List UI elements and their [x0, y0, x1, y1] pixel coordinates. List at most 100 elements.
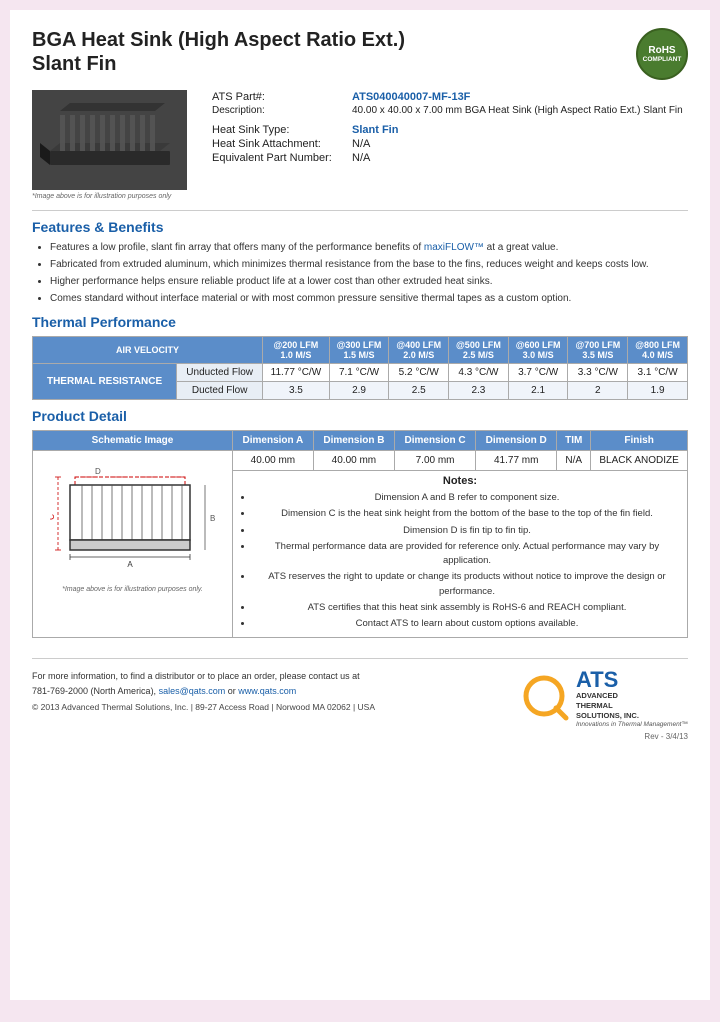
footer-contact: For more information, to find a distribu…: [32, 669, 375, 698]
unducted-700: 3.3 °C/W: [568, 364, 628, 382]
thermal-title: Thermal Performance: [32, 314, 688, 330]
website-link[interactable]: www.qats.com: [238, 686, 296, 696]
tim-value: N/A: [557, 451, 591, 471]
footer-contact-area: For more information, to find a distribu…: [32, 669, 375, 712]
footer-area: For more information, to find a distribu…: [32, 658, 688, 740]
rohs-text: RoHS: [648, 45, 675, 56]
detail-section: Product Detail Schematic Image Dimension…: [32, 408, 688, 638]
ats-logo: ATS ADVANCEDTHERMALSOLUTIONS, INC. Innov…: [522, 669, 688, 727]
list-item: Thermal performance data are provided fo…: [253, 540, 681, 569]
unducted-label: Unducted Flow: [177, 364, 263, 382]
product-image-caption: *Image above is for illustration purpose…: [32, 193, 192, 200]
notes-title: Notes:: [239, 475, 681, 487]
dim-b-value: 40.00 mm: [313, 451, 394, 471]
part-row: ATS Part#: ATS040040007-MF-13F: [208, 90, 688, 104]
divider-1: [32, 210, 688, 211]
unducted-600: 3.7 °C/W: [508, 364, 568, 382]
col-300lfm: @300 LFM1.5 M/S: [329, 337, 389, 364]
maxiflow-link: maxiFLOW™: [424, 242, 484, 253]
ducted-800: 1.9: [628, 382, 688, 400]
copyright: © 2013 Advanced Thermal Solutions, Inc. …: [32, 702, 375, 712]
col-tim: TIM: [557, 431, 591, 451]
col-700lfm: @700 LFM3.5 M/S: [568, 337, 628, 364]
list-item: Higher performance helps ensure reliable…: [50, 274, 688, 289]
list-item: Dimension D is fin tip to fin tip.: [253, 524, 681, 538]
ducted-400: 2.5: [389, 382, 449, 400]
svg-text:A: A: [127, 560, 133, 569]
col-dim-a: Dimension A: [233, 431, 314, 451]
contact-or: or: [228, 686, 239, 696]
svg-text:D: D: [95, 467, 101, 476]
specs-table: ATS Part#: ATS040040007-MF-13F Descripti…: [208, 90, 688, 165]
contact-line1: For more information, to find a distribu…: [32, 671, 360, 681]
col-200lfm: @200 LFM1.0 M/S: [263, 337, 330, 364]
attachment-row: Heat Sink Attachment: N/A: [208, 137, 688, 151]
detail-notes-cell: Notes: Dimension A and B refer to compon…: [233, 471, 688, 638]
type-value: Slant Fin: [348, 123, 688, 137]
list-item: ATS reserves the right to update or chan…: [253, 570, 681, 599]
unducted-400: 5.2 °C/W: [389, 364, 449, 382]
rohs-badge: RoHS COMPLIANT: [636, 28, 688, 80]
ducted-700: 2: [568, 382, 628, 400]
compliant-text: COMPLIANT: [643, 56, 682, 63]
part-number: ATS040040007-MF-13F: [348, 90, 688, 104]
ducted-600: 2.1: [508, 382, 568, 400]
col-dim-c: Dimension C: [394, 431, 475, 451]
col-dim-b: Dimension B: [313, 431, 394, 451]
features-list: Features a low profile, slant fin array …: [32, 240, 688, 306]
attachment-value: N/A: [348, 137, 688, 151]
unducted-500: 4.3 °C/W: [449, 364, 509, 382]
detail-image-caption: *Image above is for illustration purpose…: [41, 586, 224, 593]
type-row: Heat Sink Type: Slant Fin: [208, 123, 688, 137]
list-item: Dimension A and B refer to component siz…: [253, 491, 681, 505]
title-line2: Slant Fin: [32, 53, 116, 75]
equiv-row: Equivalent Part Number: N/A: [208, 151, 688, 165]
product-specs: ATS Part#: ATS040040007-MF-13F Descripti…: [208, 90, 688, 200]
thermal-resistance-label: THERMAL RESISTANCE: [33, 364, 177, 400]
part-label: ATS Part#:: [208, 90, 348, 104]
list-item: Contact ATS to learn about custom option…: [253, 617, 681, 631]
dim-d-value: 41.77 mm: [476, 451, 557, 471]
unducted-800: 3.1 °C/W: [628, 364, 688, 382]
product-detail-table: Schematic Image Dimension A Dimension B …: [32, 430, 688, 638]
ducted-label: Ducted Flow: [177, 382, 263, 400]
title-line1: BGA Heat Sink (High Aspect Ratio Ext.): [32, 29, 405, 51]
dim-c-value: 7.00 mm: [394, 451, 475, 471]
col-800lfm: @800 LFM4.0 M/S: [628, 337, 688, 364]
unducted-200: 11.77 °C/W: [263, 364, 330, 382]
product-info-area: *Image above is for illustration purpose…: [32, 90, 688, 200]
equiv-label: Equivalent Part Number:: [208, 151, 348, 165]
product-title: BGA Heat Sink (High Aspect Ratio Ext.) S…: [32, 28, 405, 76]
description-row: Description: 40.00 x 40.00 x 7.00 mm BGA…: [208, 104, 688, 117]
ducted-200: 3.5: [263, 382, 330, 400]
col-finish: Finish: [591, 431, 688, 451]
detail-heatsink-svg: A C B D: [50, 459, 215, 579]
unducted-row: THERMAL RESISTANCE Unducted Flow 11.77 °…: [33, 364, 688, 382]
air-velocity-header: AIR VELOCITY: [33, 337, 263, 364]
dim-a-value: 40.00 mm: [233, 451, 314, 471]
thermal-header-row: AIR VELOCITY @200 LFM1.0 M/S @300 LFM1.5…: [33, 337, 688, 364]
features-section: Features & Benefits Features a low profi…: [32, 219, 688, 306]
svg-text:B: B: [210, 514, 215, 523]
ats-logo-area: ATS ADVANCEDTHERMALSOLUTIONS, INC. Innov…: [522, 669, 688, 740]
list-item: Dimension C is the heat sink height from…: [253, 507, 681, 521]
description-value: 40.00 x 40.00 x 7.00 mm BGA Heat Sink (H…: [348, 104, 688, 117]
notes-list: Dimension A and B refer to component siz…: [239, 491, 681, 631]
ducted-300: 2.9: [329, 382, 389, 400]
col-500lfm: @500 LFM2.5 M/S: [449, 337, 509, 364]
type-label: Heat Sink Type:: [208, 123, 348, 137]
ats-acronym: ATS: [576, 669, 688, 691]
email-link[interactable]: sales@qats.com: [159, 686, 226, 696]
ducted-500: 2.3: [449, 382, 509, 400]
detail-image-cell: A C B D *Imag: [33, 451, 233, 638]
contact-line2: 781-769-2000 (North America),: [32, 686, 156, 696]
ats-logo-svg: [522, 674, 570, 722]
page-number: Rev - 3/4/13: [644, 732, 688, 741]
detail-title: Product Detail: [32, 408, 688, 424]
col-600lfm: @600 LFM3.0 M/S: [508, 337, 568, 364]
col-schematic: Schematic Image: [33, 431, 233, 451]
description-label: Description:: [208, 104, 348, 117]
features-title: Features & Benefits: [32, 219, 688, 235]
equiv-value: N/A: [348, 151, 688, 165]
list-item: Features a low profile, slant fin array …: [50, 240, 688, 255]
